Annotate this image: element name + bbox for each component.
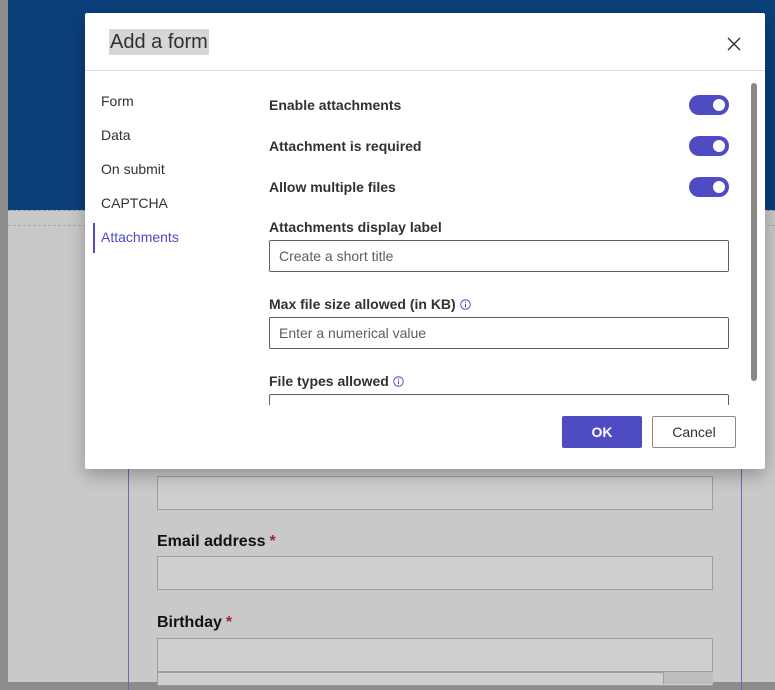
close-button[interactable] <box>723 33 745 55</box>
scrollbar-thumb[interactable] <box>751 83 757 381</box>
nav-item-label: On submit <box>101 161 165 177</box>
max-size-input[interactable] <box>269 317 729 349</box>
enable-attachments-toggle[interactable] <box>689 95 729 115</box>
nav-item-data[interactable]: Data <box>93 121 243 155</box>
enable-attachments-row: Enable attachments <box>269 95 729 119</box>
enable-attachments-label: Enable attachments <box>269 97 402 113</box>
nav-item-label: CAPTCHA <box>101 195 168 211</box>
add-form-dialog: Add a form Form Data On submit CAPTCHA A… <box>85 13 765 469</box>
nav-item-captcha[interactable]: CAPTCHA <box>93 189 243 223</box>
dialog-nav: Form Data On submit CAPTCHA Attachments <box>93 87 243 257</box>
toggle-knob <box>713 140 725 152</box>
allow-multiple-row: Allow multiple files <box>269 177 729 201</box>
nav-item-label: Form <box>101 93 134 109</box>
max-size-label: Max file size allowed (in KB) <box>269 296 456 312</box>
birthday-field <box>157 638 713 672</box>
ok-button[interactable]: OK <box>562 416 642 448</box>
display-label-input[interactable] <box>269 240 729 272</box>
allow-multiple-toggle[interactable] <box>689 177 729 197</box>
attachments-settings-pane: Enable attachments Attachment is require… <box>269 83 745 405</box>
required-mark: * <box>269 533 276 550</box>
email-field <box>157 556 713 590</box>
nav-item-label: Attachments <box>101 229 179 245</box>
dialog-title: Add a form <box>109 29 209 55</box>
nav-item-label: Data <box>101 127 131 143</box>
email-label: Email address * <box>157 533 276 551</box>
birthday-picker-field <box>157 672 713 686</box>
birthday-label-text: Birthday <box>157 614 222 631</box>
email-label-text: Email address <box>157 533 266 550</box>
toggle-knob <box>713 99 725 111</box>
attachment-required-row: Attachment is required <box>269 136 729 160</box>
close-icon <box>727 37 741 51</box>
file-types-label: File types allowed <box>269 373 389 389</box>
nav-item-attachments[interactable]: Attachments <box>93 223 243 257</box>
info-icon[interactable] <box>393 376 404 387</box>
required-mark: * <box>225 614 233 631</box>
attachment-required-label: Attachment is required <box>269 138 422 154</box>
display-label-title: Attachments display label <box>269 219 442 235</box>
calendar-button <box>663 672 713 684</box>
attachment-required-toggle[interactable] <box>689 136 729 156</box>
pane-scrollbar[interactable] <box>751 83 759 405</box>
allow-multiple-label: Allow multiple files <box>269 179 396 195</box>
nav-item-form[interactable]: Form <box>93 87 243 121</box>
nav-item-on-submit[interactable]: On submit <box>93 155 243 189</box>
toggle-knob <box>713 181 725 193</box>
title-divider <box>85 70 765 71</box>
birthday-label: Birthday * <box>157 614 232 632</box>
info-icon[interactable] <box>459 299 471 310</box>
file-types-title: File types allowed <box>269 373 404 389</box>
max-size-title: Max file size allowed (in KB) <box>269 296 471 312</box>
cancel-button[interactable]: Cancel <box>652 416 736 448</box>
background-name-field <box>157 476 713 510</box>
file-types-input[interactable] <box>269 394 729 405</box>
